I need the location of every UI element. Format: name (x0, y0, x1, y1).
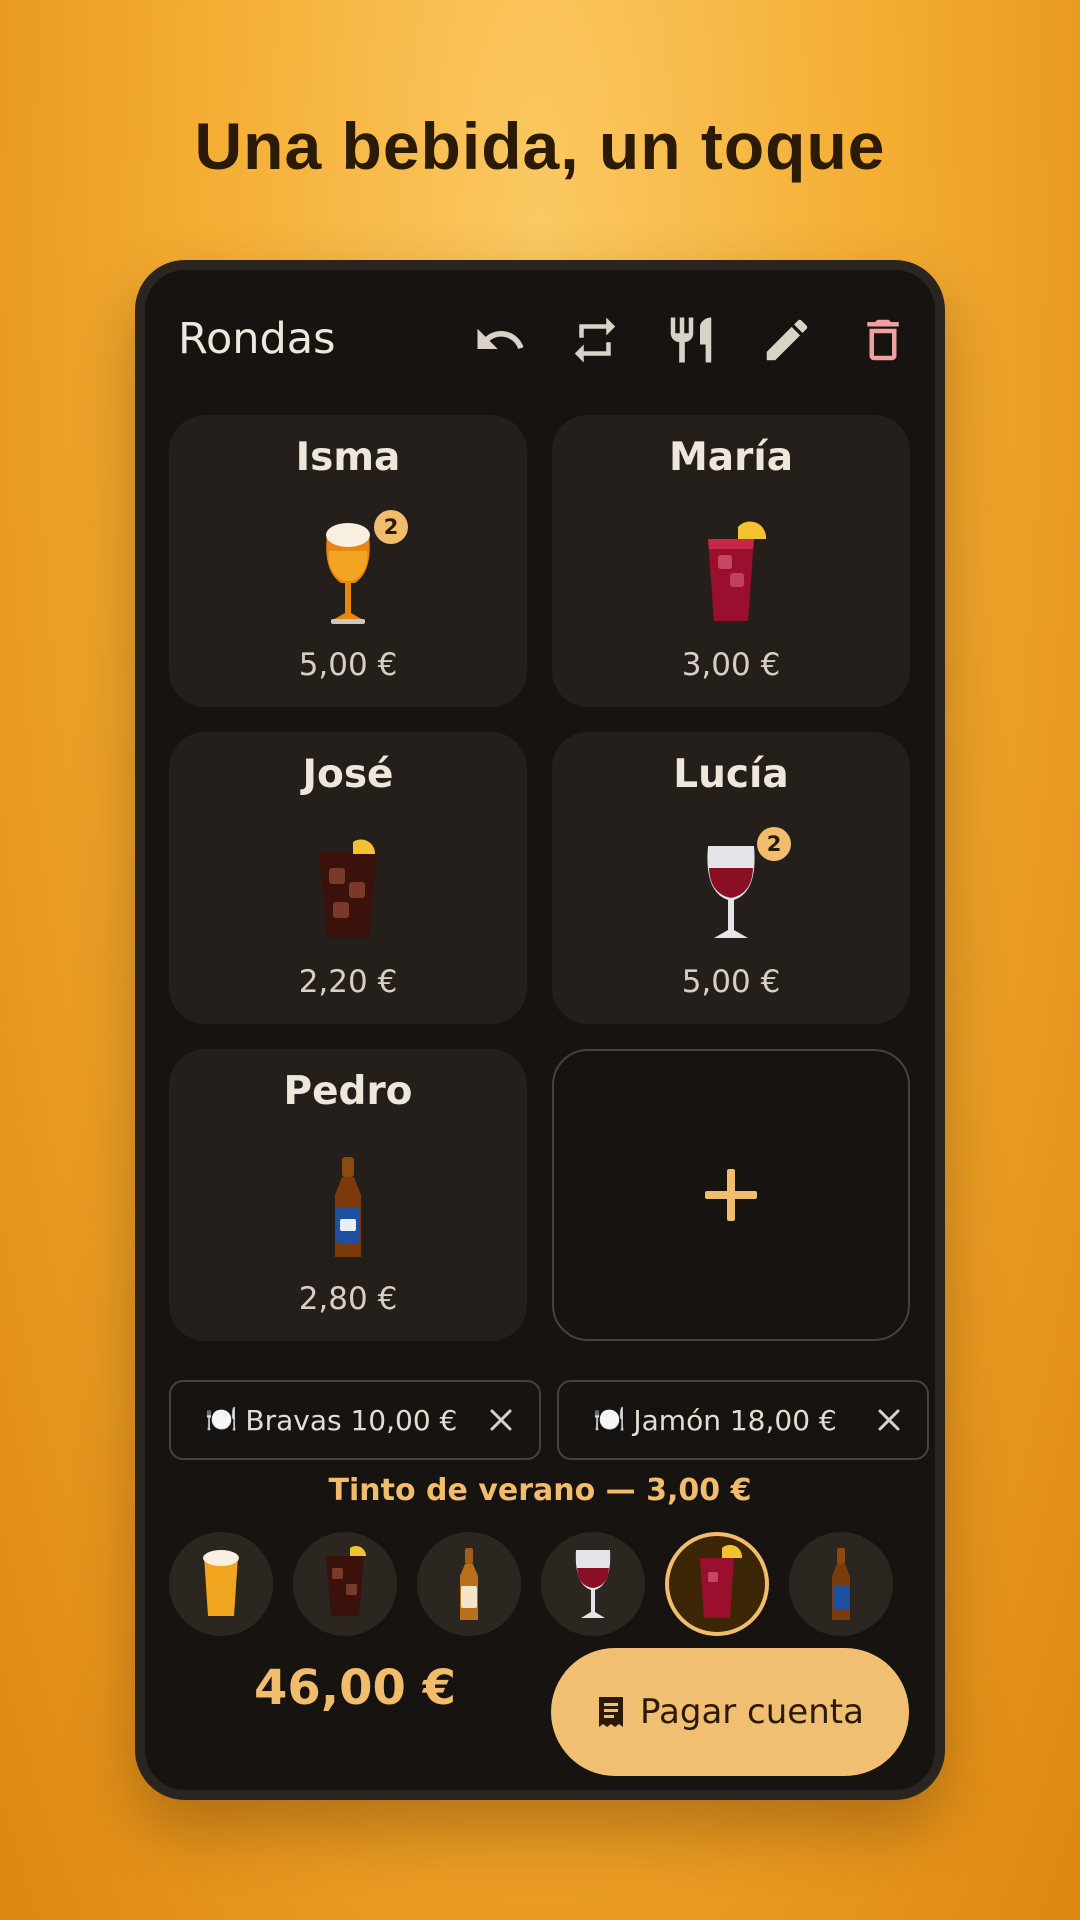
person-card-maria[interactable]: María 3,00 € (552, 415, 910, 707)
plate-icon: 🍽️ (593, 1405, 626, 1435)
cola-glass-icon (326, 1546, 366, 1616)
person-price: 2,20 € (298, 964, 398, 1000)
drink-option-red-wine[interactable] (541, 1532, 645, 1636)
beer-bottle-icon (335, 1157, 361, 1257)
drink-option-tinto-de-verano[interactable] (665, 1532, 769, 1636)
beer-bottle-icon (460, 1548, 478, 1620)
add-food-button[interactable] (661, 310, 721, 370)
promo-headline: Una bebida, un toque (194, 109, 886, 183)
plate-icon: 🍽️ (205, 1405, 238, 1435)
person-name: Lucía (673, 752, 789, 797)
food-chip-bravas[interactable]: 🍽️ Bravas 10,00 € (169, 1380, 541, 1460)
undo-icon (477, 328, 524, 349)
add-person-button[interactable] (552, 1049, 910, 1341)
pencil-icon (766, 319, 808, 361)
app-bar: Rondas (145, 270, 935, 400)
repeat-round-button[interactable] (565, 310, 625, 370)
remove-food-button[interactable] (487, 1406, 515, 1434)
person-card-pedro[interactable]: Pedro 2,80 € (169, 1049, 527, 1341)
person-card-isma[interactable]: Isma 2 5,00 € (169, 415, 527, 707)
food-chip-jamon[interactable]: 🍽️ Jamón 18,00 € (557, 1380, 929, 1460)
person-price: 5,00 € (681, 964, 781, 1000)
drink-option-beer-0-0[interactable] (789, 1532, 893, 1636)
food-chip-label: Jamón 18,00 € (633, 1403, 837, 1437)
cola-glass-icon (319, 839, 377, 938)
red-wine-icon (707, 846, 755, 938)
drink-option-cana[interactable] (169, 1532, 273, 1636)
red-wine-icon (575, 1550, 611, 1618)
pay-bill-button[interactable]: Pagar cuenta (551, 1648, 909, 1776)
receipt-icon (599, 1697, 624, 1727)
person-name: José (302, 752, 394, 797)
person-price: 5,00 € (298, 647, 398, 683)
total-amount: 46,00 € (254, 1660, 456, 1716)
tinto-de-verano-icon (700, 1544, 743, 1618)
edit-button[interactable] (757, 310, 817, 370)
pay-bill-label: Pagar cuenta (640, 1692, 864, 1732)
person-name: Pedro (283, 1069, 413, 1114)
delete-button[interactable] (853, 310, 913, 370)
phone-frame: Rondas Isma 2 5,00 € María 3,00 € José 2… (135, 260, 945, 1800)
beer-glass-icon (326, 523, 370, 624)
plus-icon (705, 1169, 757, 1221)
trash-icon (867, 319, 899, 361)
repeat-icon (574, 317, 616, 363)
selected-drink-label: Tinto de verano — 3,00 € (328, 1473, 752, 1508)
count-badge: 2 (374, 510, 408, 544)
tinto-de-verano-icon (708, 521, 766, 621)
remove-food-button[interactable] (875, 1406, 903, 1434)
app-title: Rondas (178, 314, 336, 364)
person-price: 3,00 € (681, 647, 781, 683)
undo-button[interactable] (470, 310, 530, 370)
person-card-jose[interactable]: José 2,20 € (169, 732, 527, 1024)
fork-knife-icon (670, 317, 712, 363)
person-card-lucia[interactable]: Lucía 2 5,00 € (552, 732, 910, 1024)
drink-option-bottled-beer[interactable] (417, 1532, 521, 1636)
cana-glass-icon (203, 1550, 239, 1616)
count-badge: 2 (757, 827, 791, 861)
drink-option-cola[interactable] (293, 1532, 397, 1636)
beer-0-0-bottle-icon (832, 1548, 850, 1620)
person-name: María (668, 435, 794, 480)
person-name: Isma (295, 435, 401, 480)
person-price: 2,80 € (298, 1281, 398, 1317)
food-chip-label: Bravas 10,00 € (245, 1403, 458, 1437)
